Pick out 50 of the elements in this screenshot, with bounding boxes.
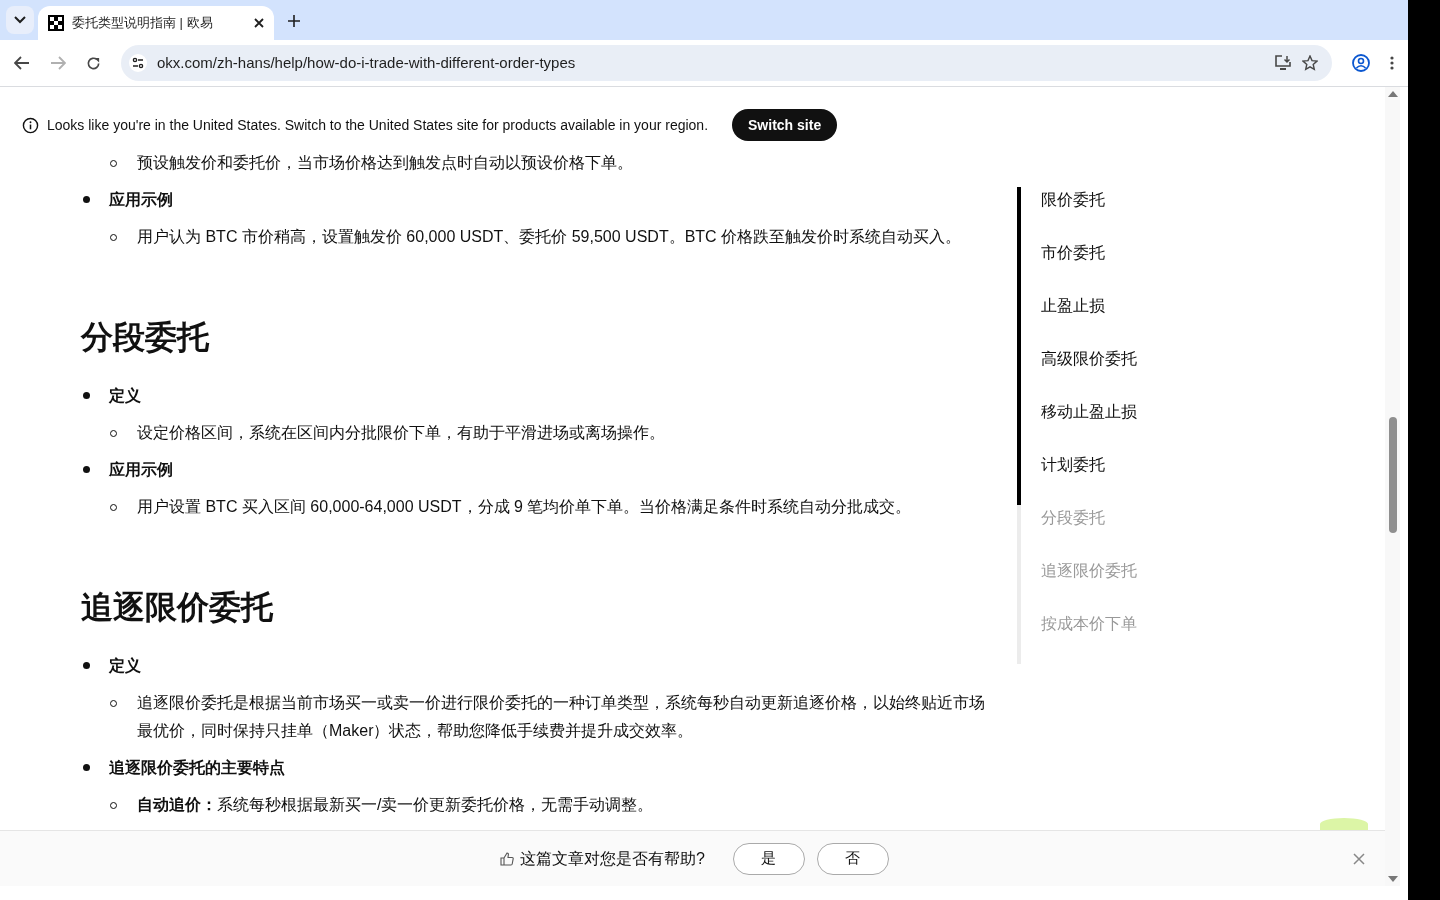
list-label: 追逐限价委托的主要特点 <box>109 758 285 778</box>
list-label: 应用示例 <box>109 460 173 480</box>
scrollbar-thumb[interactable] <box>1389 417 1397 533</box>
toc-link[interactable]: 计划委托 <box>1017 452 1137 505</box>
toc-link[interactable]: 限价委托 <box>1017 187 1137 240</box>
profile-icon[interactable] <box>1352 54 1370 72</box>
new-tab-icon[interactable] <box>288 15 300 27</box>
region-notice: Looks like you're in the United States. Switch to the United States site for products available in your region. <box>47 115 709 135</box>
list-text: 自动追价：系统每秒根据最新买一/卖一价更新委托价格，无需手动调整。 <box>137 795 655 815</box>
star-icon[interactable] <box>1302 55 1318 71</box>
bullet-icon <box>83 466 90 473</box>
chevron-down-icon <box>14 16 26 24</box>
list-text: 用户设置 BTC 买入区间 60,000-64,000 USDT，分成 9 笔均价单下单。当价格满足条件时系统自动分批成交。 <box>137 497 913 517</box>
bullet-icon <box>83 392 90 399</box>
bullet-icon <box>83 764 90 771</box>
list-label: 定义 <box>109 656 141 676</box>
list-label: 应用示例 <box>109 190 173 210</box>
scroll-down-icon[interactable] <box>1387 876 1398 882</box>
switch-site-button[interactable]: Switch site <box>732 109 838 141</box>
info-icon <box>22 116 39 134</box>
section-heading: 追逐限价委托 <box>81 588 275 627</box>
checker-logo-icon <box>48 15 64 31</box>
toc-link[interactable]: 止盈止损 <box>1017 293 1137 346</box>
site-settings-icon[interactable] <box>129 54 147 72</box>
menu-icon[interactable] <box>1390 56 1394 70</box>
list-text: 追逐限价委托是根据当前市场买一或卖一价进行限价委托的一种订单类型，系统每秒自动更新追逐价格，以始终贴近市场最优价，同时保持只挂单（Maker）状态，帮助您降低手续费并提升成交效率。 <box>137 693 986 741</box>
browser-tab[interactable]: 委托类型说明指南 | 欧易 <box>38 6 274 40</box>
scroll-up-icon[interactable] <box>1387 91 1398 97</box>
feedback-button[interactable]: 否 <box>816 842 889 875</box>
thumbs-up-icon <box>500 851 514 866</box>
tab-search-button[interactable] <box>6 6 34 34</box>
list-text: 设定价格区间，系统在区间内分批限价下单，有助于平滑进场或离场操作。 <box>137 423 666 443</box>
install-app-icon[interactable] <box>1274 55 1292 71</box>
bullet-icon <box>83 662 90 669</box>
tab-title: 委托类型说明指南 | 欧易 <box>72 14 214 33</box>
url-text: okx.com/zh-hans/help/how-do-i-trade-with-different-order-types <box>157 52 577 73</box>
close-icon[interactable] <box>254 18 264 28</box>
feedback-button[interactable]: 是 <box>732 842 805 875</box>
feedback-question: 这篇文章对您是否有帮助? <box>520 848 705 869</box>
back-icon[interactable] <box>14 56 30 70</box>
list-text: 预设触发价和委托价，当市场价格达到触发点时自动以预设价格下单。 <box>137 153 634 173</box>
reload-icon[interactable] <box>86 55 101 71</box>
toc-link[interactable]: 移动止盈止损 <box>1017 399 1137 452</box>
list-text: 用户认为 BTC 市价稍高，设置触发价 60,000 USDT、委托价 59,500 USDT。BTC 价格跌至触发价时系统自动买入。 <box>137 227 963 247</box>
section-heading: 分段委托 <box>81 318 211 357</box>
list-label: 定义 <box>109 386 141 406</box>
toc-link[interactable]: 市价委托 <box>1017 240 1137 293</box>
address-bar[interactable]: okx.com/zh-hans/help/how-do-i-trade-with-different-order-types <box>121 45 1332 81</box>
toc-link[interactable]: 高级限价委托 <box>1017 346 1137 399</box>
bullet-icon <box>83 196 90 203</box>
